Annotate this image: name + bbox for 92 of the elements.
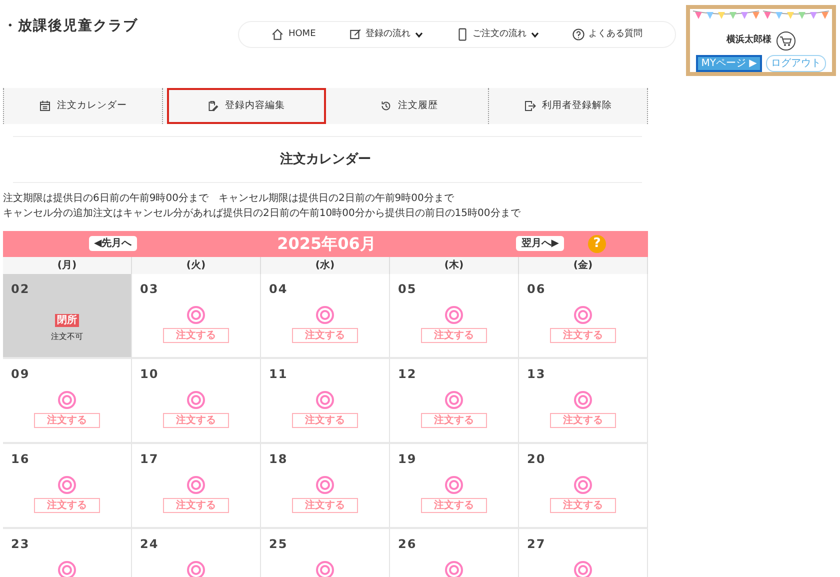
home-icon bbox=[271, 28, 284, 41]
day-cell[interactable]: 03 注文する bbox=[132, 274, 261, 358]
date-number: 19 bbox=[398, 450, 418, 468]
day-cell[interactable]: 09 注文する bbox=[3, 358, 132, 444]
phone-icon bbox=[456, 28, 469, 41]
day-cell[interactable]: 11 注文する bbox=[261, 358, 390, 444]
date-number: 27 bbox=[527, 536, 547, 552]
ring-icon bbox=[445, 560, 463, 577]
ring-icon bbox=[574, 560, 592, 577]
ring-icon bbox=[316, 390, 334, 408]
tab[interactable]: 登録内容編集 bbox=[167, 88, 326, 124]
exit-icon bbox=[524, 100, 536, 112]
date-number: 02 bbox=[11, 280, 31, 298]
date-number: 18 bbox=[269, 450, 289, 468]
day-cell[interactable]: 20 注文する bbox=[519, 444, 648, 528]
date-number: 11 bbox=[269, 366, 289, 382]
nav-link[interactable]: HOME bbox=[271, 28, 316, 42]
next-month-button[interactable]: 翌月へ▶ bbox=[516, 236, 564, 251]
day-cell[interactable]: 18 注文する bbox=[261, 444, 390, 528]
day-cell[interactable]: 25 bbox=[261, 528, 390, 577]
ring-icon bbox=[187, 306, 205, 324]
page-title: 注文カレンダー bbox=[279, 150, 372, 169]
caret-icon bbox=[414, 32, 423, 38]
ring-icon bbox=[445, 390, 463, 408]
order-unavailable-note: 注文不可 bbox=[51, 330, 83, 342]
prev-month-button[interactable]: ◀先月へ bbox=[89, 236, 137, 251]
day-cell[interactable]: 27 bbox=[519, 528, 648, 577]
date-number: 04 bbox=[269, 280, 289, 298]
date-number: 16 bbox=[11, 450, 31, 468]
user-name: 横浜太郎様 bbox=[726, 34, 772, 48]
ring-icon bbox=[445, 306, 463, 324]
tab[interactable]: 注文カレンダー bbox=[4, 88, 163, 124]
nav-link[interactable]: 登録の流れ bbox=[348, 28, 423, 42]
date-number: 17 bbox=[140, 450, 160, 468]
weekday-label: (木) bbox=[390, 256, 519, 274]
date-number: 23 bbox=[11, 536, 31, 552]
day-cell[interactable]: 04 注文する bbox=[261, 274, 390, 358]
calendar-icon bbox=[39, 100, 51, 112]
ring-icon bbox=[574, 476, 592, 494]
date-number: 20 bbox=[527, 450, 547, 468]
day-cell[interactable]: 17 注文する bbox=[132, 444, 261, 528]
ring-icon bbox=[58, 476, 76, 494]
ring-icon bbox=[316, 476, 334, 494]
nav-link[interactable]: よくある質問 bbox=[572, 28, 643, 42]
ring-icon bbox=[316, 560, 334, 577]
date-number: 12 bbox=[398, 366, 418, 382]
day-cell[interactable]: 24 bbox=[132, 528, 261, 577]
day-cell[interactable]: 12 注文する bbox=[390, 358, 519, 444]
date-number: 03 bbox=[140, 280, 160, 298]
ring-icon bbox=[574, 306, 592, 324]
ring-icon bbox=[58, 560, 76, 577]
ring-icon bbox=[574, 390, 592, 408]
weekday-label: (金) bbox=[519, 256, 648, 274]
date-number: 13 bbox=[527, 366, 547, 382]
day-cell[interactable]: 19 注文する bbox=[390, 444, 519, 528]
weekday-label: (水) bbox=[261, 256, 390, 274]
ring-icon bbox=[445, 476, 463, 494]
ring-icon bbox=[187, 476, 205, 494]
nav-link[interactable]: ご注文の流れ bbox=[456, 28, 539, 42]
ring-icon bbox=[58, 390, 76, 408]
weekday-label: (月) bbox=[3, 256, 132, 274]
day-cell[interactable]: 13 注文する bbox=[519, 358, 648, 444]
date-number: 25 bbox=[269, 536, 289, 552]
date-number: 06 bbox=[527, 280, 547, 298]
history-icon bbox=[380, 100, 392, 112]
day-cell[interactable]: 26 bbox=[390, 528, 519, 577]
day-cell[interactable]: 16 注文する bbox=[3, 444, 132, 528]
closed-badge: 閉所 bbox=[55, 314, 79, 326]
day-cell[interactable]: 05 注文する bbox=[390, 274, 519, 358]
date-number: 05 bbox=[398, 280, 418, 298]
notice-text: キャンセル分の追加注文はキャンセル分があれば提供日の2日前の午前10時00分から提供日の前日の15時00分まで bbox=[3, 206, 522, 220]
ring-icon bbox=[316, 306, 334, 324]
site-title: ・放課後児童クラブ bbox=[3, 16, 138, 36]
caret-icon bbox=[530, 32, 539, 38]
edit-icon bbox=[348, 28, 362, 41]
date-number: 09 bbox=[11, 366, 31, 382]
date-number: 26 bbox=[398, 536, 418, 552]
notice-text: 注文期限は提供日の6日前の午前9時00分まで キャンセル期限は提供日の2日前の午前9時00分まで bbox=[3, 192, 455, 206]
day-cell[interactable]: 10 注文する bbox=[132, 358, 261, 444]
tab[interactable]: 注文履歴 bbox=[330, 88, 489, 124]
ring-icon bbox=[187, 560, 205, 577]
date-number: 10 bbox=[140, 366, 160, 382]
date-number: 24 bbox=[140, 536, 160, 552]
tab[interactable]: 利用者登録解除 bbox=[489, 88, 648, 124]
day-cell[interactable]: 23 bbox=[3, 528, 132, 577]
day-cell[interactable]: 06 注文する bbox=[519, 274, 648, 358]
help-icon bbox=[572, 28, 585, 41]
cart-icon[interactable] bbox=[776, 31, 796, 51]
ring-icon bbox=[187, 390, 205, 408]
weekday-label: (火) bbox=[132, 256, 261, 274]
month-title: 2025年06月 bbox=[277, 232, 376, 254]
clipboard-icon bbox=[207, 100, 219, 112]
